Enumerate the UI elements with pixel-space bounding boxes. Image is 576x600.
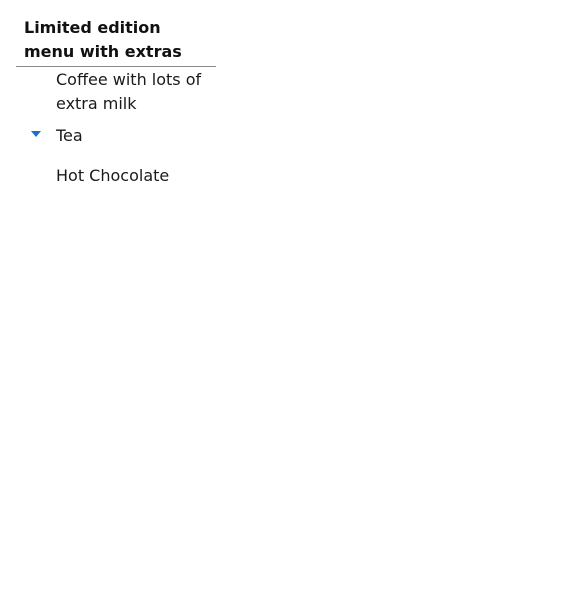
menu-item-marker [16,124,56,148]
menu-item-coffee[interactable]: Coffee with lots of extra milk [16,67,216,116]
menu-title: Limited edition menu with extras [16,16,216,67]
menu-item-label: Tea [56,126,83,145]
menu-panel: Limited edition menu with extras Coffee … [16,16,216,188]
menu-item-label: Coffee with lots of extra milk [56,70,202,113]
menu-item-marker [16,164,56,188]
menu-item-marker [16,68,56,92]
menu-list: Coffee with lots of extra milk Tea Hot C… [16,67,216,188]
menu-item-label: Hot Chocolate [56,166,170,185]
menu-item-tea[interactable]: Tea [16,116,216,148]
menu-item-hot-chocolate[interactable]: Hot Chocolate [16,148,216,188]
caret-down-icon [31,131,41,137]
